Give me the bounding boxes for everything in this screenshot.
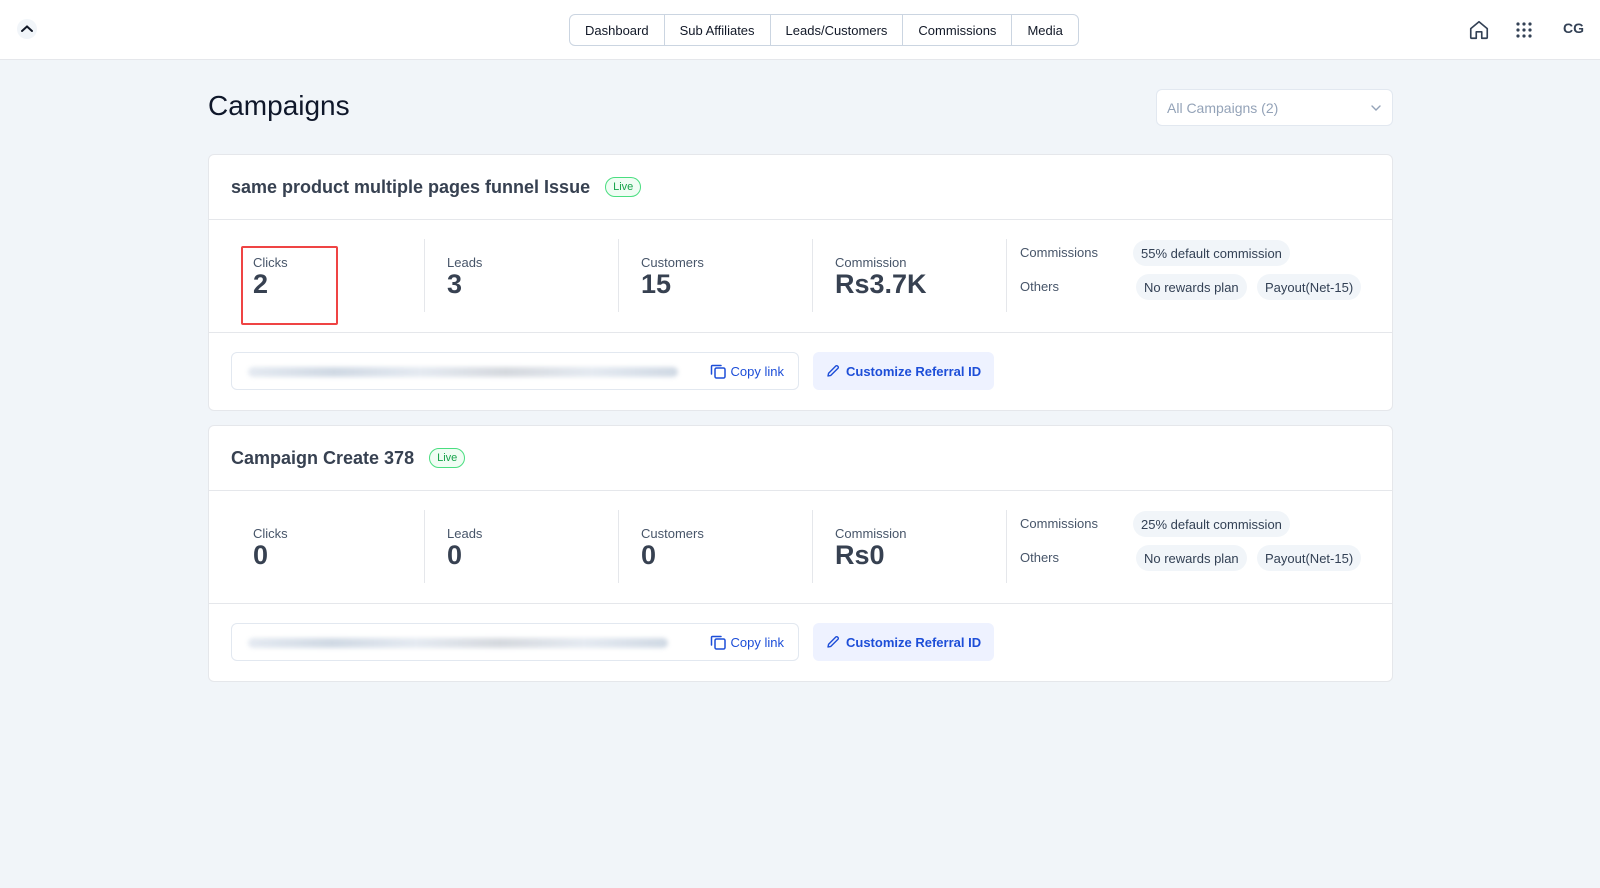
pencil-icon — [827, 635, 840, 648]
nav-sub-affiliates[interactable]: Sub Affiliates — [665, 15, 771, 45]
status-badge: Live — [605, 177, 642, 197]
campaign-stats: Clicks 0 Leads 0 Customers 0 Commission … — [209, 491, 1392, 604]
campaign-name: same product multiple pages funnel Issue — [231, 176, 591, 197]
commissions-label: Commissions — [1020, 245, 1099, 260]
pencil-icon — [827, 364, 840, 377]
campaign-card-footer: Copy link Customize Referral ID — [209, 604, 1392, 681]
stat-value: 3 — [447, 269, 463, 299]
rewards-plan-pill: No rewards plan — [1136, 274, 1247, 300]
commission-plan-pill: 25% default commission — [1133, 511, 1290, 537]
customize-referral-id-label: Customize Referral ID — [846, 363, 982, 379]
divider — [618, 239, 619, 312]
campaign-card-header: same product multiple pages funnel Issue… — [209, 155, 1392, 220]
divider — [618, 510, 619, 583]
payout-pill: Payout(Net-15) — [1257, 274, 1362, 300]
nav-dashboard[interactable]: Dashboard — [570, 15, 665, 45]
campaign-card-footer: Copy link Customize Referral ID — [209, 333, 1392, 410]
divider — [812, 510, 813, 583]
divider — [424, 510, 425, 583]
blurred-referral-link — [248, 367, 678, 377]
stat-label: Clicks — [253, 255, 288, 270]
customize-referral-id-button[interactable]: Customize Referral ID — [813, 352, 995, 390]
divider — [1006, 510, 1007, 583]
stat-value: Rs3.7K — [835, 269, 927, 299]
stat-label: Customers — [641, 255, 704, 270]
copy-link-button[interactable]: Copy link — [709, 362, 784, 380]
home-icon[interactable] — [1468, 19, 1490, 41]
stat-value: 0 — [253, 540, 269, 570]
others-label: Others — [1020, 279, 1060, 294]
blurred-referral-link — [248, 638, 668, 648]
nav-media[interactable]: Media — [1012, 15, 1077, 45]
stat-value: 0 — [641, 540, 657, 570]
stat-value: Rs0 — [835, 540, 885, 570]
divider — [424, 239, 425, 312]
copy-icon — [710, 364, 726, 379]
referral-link-field[interactable]: Copy link — [231, 352, 799, 390]
copy-link-label: Copy link — [730, 363, 784, 379]
payout-pill: Payout(Net-15) — [1257, 545, 1362, 571]
main-nav: Dashboard Sub Affiliates Leads/Customers… — [569, 14, 1079, 46]
stat-label: Commission — [835, 255, 907, 270]
customize-referral-id-label: Customize Referral ID — [846, 634, 982, 650]
campaign-stats: Clicks 2 Leads 3 Customers 15 Commission… — [209, 220, 1392, 333]
commissions-label: Commissions — [1020, 516, 1099, 531]
stat-label: Commission — [835, 526, 907, 541]
copy-icon — [710, 635, 726, 650]
copy-link-button[interactable]: Copy link — [709, 633, 784, 651]
others-label: Others — [1020, 550, 1060, 565]
nav-commissions[interactable]: Commissions — [903, 15, 1013, 45]
chevron-down-icon — [1371, 105, 1381, 111]
stat-label: Customers — [641, 526, 704, 541]
campaign-card: Campaign Create 378 Live Clicks 0 Leads … — [208, 425, 1393, 682]
stat-label: Clicks — [253, 526, 288, 541]
page-title: Campaigns — [208, 90, 350, 121]
divider — [812, 239, 813, 312]
stat-value: 0 — [447, 540, 463, 570]
commission-plan-pill: 55% default commission — [1133, 240, 1290, 266]
rewards-plan-pill: No rewards plan — [1136, 545, 1247, 571]
nav-leads-customers[interactable]: Leads/Customers — [771, 15, 904, 45]
customize-referral-id-button[interactable]: Customize Referral ID — [813, 623, 995, 661]
status-badge: Live — [429, 448, 466, 468]
campaign-filter-select[interactable]: All Campaigns (2) — [1156, 89, 1393, 126]
apps-grid-icon[interactable] — [1515, 21, 1533, 39]
stat-label: Leads — [447, 526, 483, 541]
stat-value: 15 — [641, 269, 672, 299]
campaign-name: Campaign Create 378 — [231, 447, 415, 468]
stat-value: 2 — [253, 269, 269, 299]
user-avatar[interactable]: CG — [1563, 20, 1584, 36]
divider — [1006, 239, 1007, 312]
campaign-card-header: Campaign Create 378 Live — [209, 426, 1392, 491]
copy-link-label: Copy link — [730, 634, 784, 650]
campaign-filter-value: All Campaigns (2) — [1167, 99, 1279, 116]
referral-link-field[interactable]: Copy link — [231, 623, 799, 661]
stat-label: Leads — [447, 255, 483, 270]
app-logo-icon[interactable] — [17, 19, 37, 39]
campaign-card: same product multiple pages funnel Issue… — [208, 154, 1393, 411]
top-bar: Dashboard Sub Affiliates Leads/Customers… — [0, 0, 1600, 60]
